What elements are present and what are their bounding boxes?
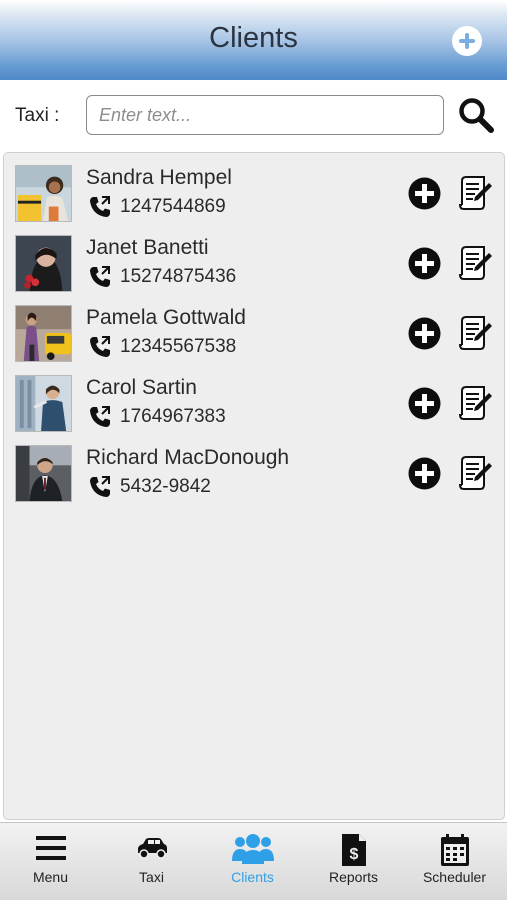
tab-clients[interactable]: Clients — [202, 823, 303, 900]
client-phone: 1764967383 — [120, 406, 226, 427]
list-item[interactable]: Carol Sartin 1764967383 — [4, 375, 504, 445]
edit-icon[interactable] — [459, 385, 493, 421]
add-icon[interactable] — [408, 177, 441, 210]
edit-icon[interactable] — [459, 455, 493, 491]
phone-icon — [90, 336, 110, 357]
tab-taxi[interactable]: Taxi — [101, 823, 202, 900]
client-phone: 12345567538 — [120, 336, 237, 357]
tab-menu[interactable]: Menu — [0, 823, 101, 900]
edit-icon[interactable] — [459, 175, 493, 211]
phone-icon — [90, 476, 110, 497]
calendar-icon — [440, 834, 469, 866]
avatar — [15, 445, 72, 502]
svg-text:$: $ — [349, 846, 358, 863]
client-phone: 15274875436 — [120, 266, 237, 287]
client-phone: 1247544869 — [120, 196, 226, 217]
tab-label: Scheduler — [422, 869, 487, 885]
client-name: Richard MacDonough — [86, 446, 290, 469]
add-client-button[interactable] — [452, 26, 482, 56]
avatar — [15, 305, 72, 362]
phone-icon — [90, 196, 110, 217]
client-phone: 5432-9842 — [120, 476, 211, 497]
car-icon — [137, 838, 167, 859]
client-list: Sandra Hempel 1247544869 Janet Banetti 1… — [3, 152, 505, 820]
search-input[interactable] — [86, 95, 444, 135]
add-icon[interactable] — [408, 317, 441, 350]
client-name: Carol Sartin — [86, 376, 197, 399]
edit-icon[interactable] — [459, 315, 493, 351]
search-row: Taxi : — [0, 80, 507, 150]
avatar — [15, 375, 72, 432]
users-icon — [231, 834, 274, 864]
list-item[interactable]: Richard MacDonough 5432-9842 — [4, 445, 504, 515]
search-icon[interactable] — [457, 96, 495, 134]
list-item[interactable]: Sandra Hempel 1247544869 — [4, 165, 504, 235]
header-bar: Clients — [0, 0, 507, 80]
client-name: Pamela Gottwald — [86, 306, 246, 329]
tab-label: Menu — [32, 869, 69, 885]
add-icon[interactable] — [408, 247, 441, 280]
phone-icon — [90, 406, 110, 427]
add-icon[interactable] — [408, 457, 441, 490]
menu-icon — [35, 836, 66, 860]
list-item[interactable]: Janet Banetti 15274875436 — [4, 235, 504, 305]
phone-icon — [90, 266, 110, 287]
client-name: Janet Banetti — [86, 236, 209, 259]
add-icon[interactable] — [408, 387, 441, 420]
tab-scheduler[interactable]: Scheduler — [404, 823, 505, 900]
tab-label: Reports — [328, 869, 379, 885]
tab-reports[interactable]: $ Reports — [303, 823, 404, 900]
avatar — [15, 165, 72, 222]
page-title: Clients — [209, 22, 298, 54]
edit-icon[interactable] — [459, 245, 493, 281]
tab-bar: Menu Taxi Clients $ Reports Scheduler — [0, 822, 507, 900]
client-name: Sandra Hempel — [86, 166, 232, 189]
tab-label: Taxi — [139, 869, 164, 885]
search-label: Taxi : — [15, 105, 60, 126]
report-icon: $ — [341, 834, 366, 866]
list-item[interactable]: Pamela Gottwald 12345567538 — [4, 305, 504, 375]
tab-label: Clients — [231, 869, 274, 885]
avatar — [15, 235, 72, 292]
